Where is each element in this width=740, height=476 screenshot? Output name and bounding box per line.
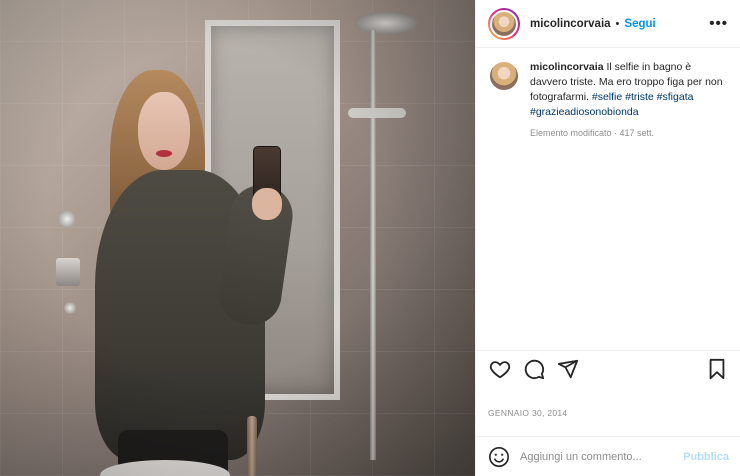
photo-vignette xyxy=(0,0,475,476)
caption-avatar[interactable] xyxy=(488,60,520,92)
publish-button[interactable]: Pubblica xyxy=(683,451,729,463)
post-photo[interactable] xyxy=(0,0,475,476)
action-bar xyxy=(476,350,740,386)
post-date: GENNAIO 30, 2014 xyxy=(488,408,568,418)
post-panel: micolincorvaia • Segui ••• micolincorvai… xyxy=(475,0,740,476)
hashtag-link[interactable]: #sfigata xyxy=(657,91,694,103)
separator-dot: • xyxy=(615,17,620,30)
hashtag-link[interactable]: #triste xyxy=(625,91,654,103)
header-username[interactable]: micolincorvaia xyxy=(530,18,611,30)
share-icon[interactable] xyxy=(556,357,580,381)
caption-username[interactable]: micolincorvaia xyxy=(530,61,604,73)
emoji-icon[interactable] xyxy=(488,446,510,468)
comment-input[interactable] xyxy=(520,450,670,463)
more-icon[interactable]: ••• xyxy=(709,15,728,32)
comment-icon[interactable] xyxy=(522,357,546,381)
caption: micolincorvaia Il selfie in bagno è davv… xyxy=(476,48,740,141)
heart-icon[interactable] xyxy=(488,357,512,381)
follow-button[interactable]: Segui xyxy=(624,18,655,30)
hashtag-link[interactable]: #selfie xyxy=(592,91,622,103)
bookmark-icon[interactable] xyxy=(705,357,729,381)
comment-bar: Pubblica xyxy=(476,436,740,476)
caption-body: micolincorvaia Il selfie in bagno è davv… xyxy=(530,60,728,141)
avatar-story-ring[interactable] xyxy=(488,7,520,40)
caption-avatar-ring[interactable] xyxy=(488,60,520,92)
avatar[interactable] xyxy=(490,9,518,38)
post-header: micolincorvaia • Segui ••• xyxy=(476,0,740,48)
edited-timestamp: Elemento modificato · 417 sett. xyxy=(530,128,655,138)
hashtag-link[interactable]: #grazieadiosonobionda xyxy=(530,106,639,118)
